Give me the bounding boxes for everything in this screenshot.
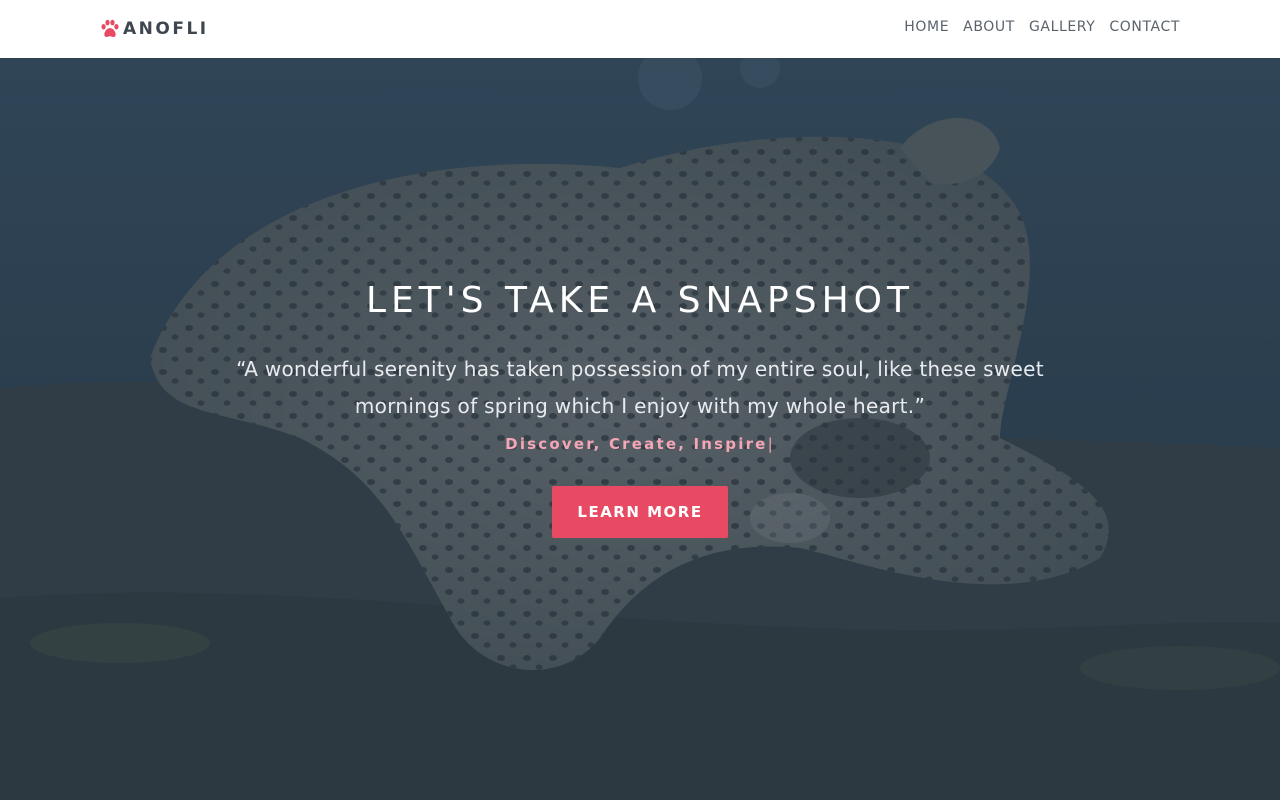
hero-title: LET'S TAKE A SNAPSHOT <box>365 280 915 321</box>
hero-quote: “A wonderful serenity has taken possessi… <box>236 357 1044 418</box>
nav-about[interactable]: ABOUT <box>963 19 1015 35</box>
paw-icon <box>101 19 119 37</box>
hero-content: LET'S TAKE A SNAPSHOT “A wonderful seren… <box>0 58 1280 800</box>
typing-cursor: | <box>767 435 775 453</box>
learn-more-button[interactable]: LEARN MORE <box>552 486 728 538</box>
logo-text: ANOFLI <box>123 19 209 39</box>
nav-home[interactable]: HOME <box>904 19 949 35</box>
main-nav: HOME ABOUT GALLERY CONTACT <box>904 19 1180 35</box>
page: ANOFLI HOME ABOUT GALLERY CONTACT LET'S … <box>0 0 1280 800</box>
nav-contact[interactable]: CONTACT <box>1109 19 1180 35</box>
typed-text: Discover, Create, Inspire <box>505 435 768 453</box>
logo[interactable]: ANOFLI <box>99 17 209 41</box>
hero-section: LET'S TAKE A SNAPSHOT “A wonderful seren… <box>0 58 1280 800</box>
site-header: ANOFLI HOME ABOUT GALLERY CONTACT <box>0 0 1280 58</box>
typed-text-line: Discover, Create, Inspire| <box>0 435 1280 453</box>
nav-gallery[interactable]: GALLERY <box>1029 19 1095 35</box>
